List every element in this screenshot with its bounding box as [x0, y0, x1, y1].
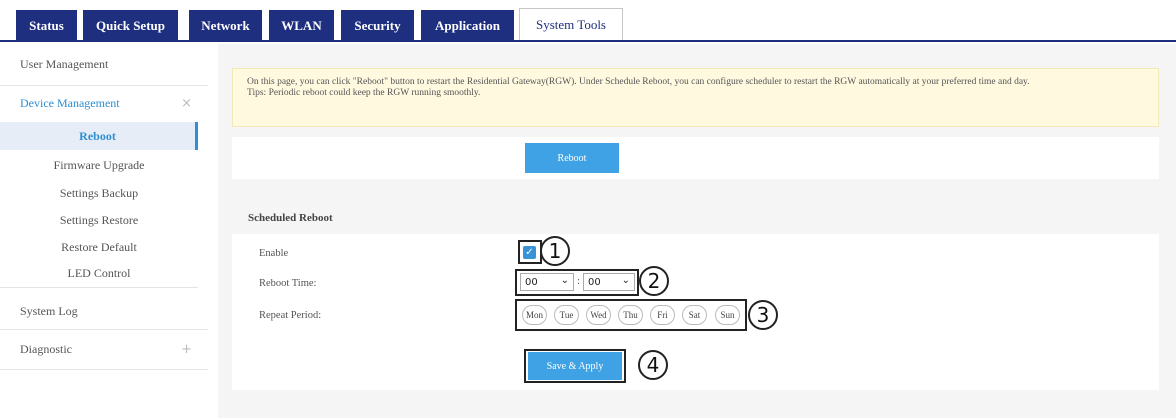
tab-wlan[interactable]: WLAN	[269, 10, 334, 41]
collapse-icon[interactable]: ×	[181, 96, 192, 111]
notice-tip: Tips: Periodic reboot could keep the RGW…	[247, 88, 481, 98]
reboot-card: Reboot	[232, 137, 1159, 179]
sidebar-item-user-management[interactable]: User Management	[0, 44, 208, 86]
tab-system-tools[interactable]: System Tools	[519, 8, 623, 42]
expand-icon[interactable]: +	[181, 342, 192, 357]
day-toggle-wed[interactable]: Wed	[586, 305, 611, 325]
sidebar-item-led-control[interactable]: LED Control	[0, 260, 198, 288]
annotation-number-2: 2	[639, 266, 669, 296]
hour-select[interactable]: 00 ⌄	[520, 273, 574, 291]
annotation-number-4: 4	[638, 350, 668, 380]
notice-text: On this page, you can click "Reboot" but…	[247, 77, 1030, 87]
tab-application[interactable]: Application	[421, 10, 514, 41]
save-apply-button[interactable]: Save & Apply	[528, 352, 622, 380]
sidebar-item-label: System Log	[20, 304, 78, 318]
day-toggle-fri[interactable]: Fri	[650, 305, 675, 325]
time-separator: :	[577, 275, 581, 287]
day-toggle-sat[interactable]: Sat	[682, 305, 707, 325]
annotation-box-1	[518, 240, 542, 264]
sidebar-item-label: Device Management	[20, 95, 120, 110]
sidebar-item-diagnostic[interactable]: Diagnostic +	[0, 330, 208, 370]
reboot-time-label: Reboot Time:	[259, 278, 317, 289]
tab-status[interactable]: Status	[16, 10, 77, 41]
tab-quick-setup[interactable]: Quick Setup	[83, 10, 178, 41]
tab-security[interactable]: Security	[341, 10, 414, 41]
day-toggle-mon[interactable]: Mon	[522, 305, 547, 325]
annotation-number-1: 1	[540, 236, 570, 266]
sidebar-item-label: Diagnostic	[20, 342, 72, 356]
chevron-down-icon: ⌄	[560, 275, 569, 286]
sidebar-item-reboot[interactable]: Reboot	[0, 122, 198, 150]
tab-baseline	[0, 40, 1176, 42]
day-toggle-tue[interactable]: Tue	[554, 305, 579, 325]
hour-value: 00	[525, 276, 538, 288]
day-toggle-thu[interactable]: Thu	[618, 305, 643, 325]
sidebar-item-firmware-upgrade[interactable]: Firmware Upgrade	[0, 151, 198, 179]
reboot-button[interactable]: Reboot	[525, 143, 619, 173]
scheduled-reboot-title: Scheduled Reboot	[248, 212, 333, 224]
repeat-period-label: Repeat Period:	[259, 310, 322, 321]
info-notice: On this page, you can click "Reboot" but…	[232, 68, 1159, 127]
day-toggle-sun[interactable]: Sun	[715, 305, 740, 325]
sidebar-item-settings-restore[interactable]: Settings Restore	[0, 206, 198, 234]
main-content: On this page, you can click "Reboot" but…	[218, 44, 1176, 418]
tab-network[interactable]: Network	[189, 10, 262, 41]
sidebar-item-settings-backup[interactable]: Settings Backup	[0, 179, 198, 207]
chevron-down-icon: ⌄	[621, 275, 630, 286]
annotation-number-3: 3	[748, 300, 778, 330]
enable-label: Enable	[259, 248, 289, 259]
minute-value: 00	[588, 276, 601, 288]
sidebar-item-restore-default[interactable]: Restore Default	[0, 233, 198, 261]
sidebar-item-device-management[interactable]: Device Management ×	[0, 86, 208, 120]
minute-select[interactable]: 00 ⌄	[583, 273, 635, 291]
top-navigation: Status Quick Setup Network WLAN Security…	[0, 0, 1176, 42]
sidebar-item-label: User Management	[20, 57, 109, 71]
sidebar: User Management Device Management × Rebo…	[0, 44, 208, 418]
sidebar-item-system-log[interactable]: System Log	[0, 294, 208, 330]
